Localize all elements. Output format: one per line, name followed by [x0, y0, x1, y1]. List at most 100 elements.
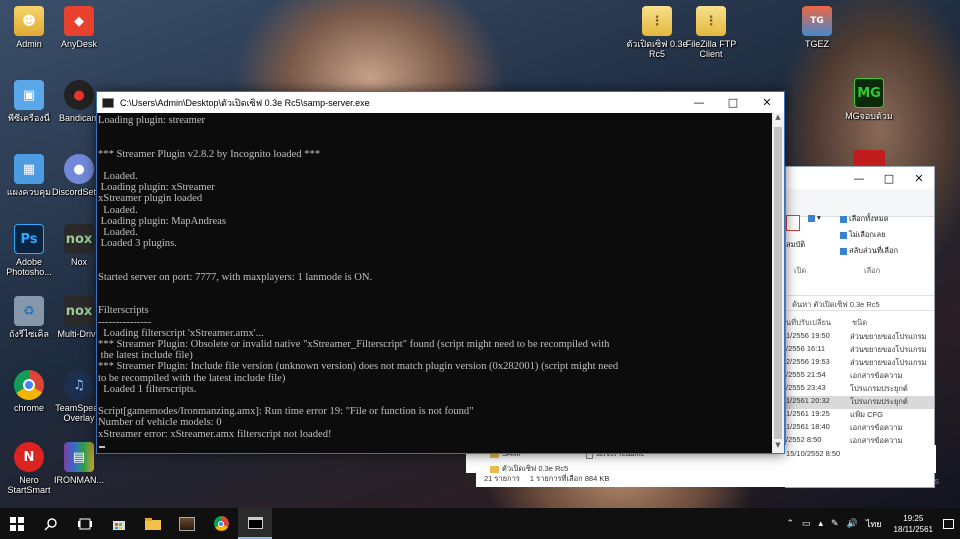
- scroll-up-icon[interactable]: ▲: [772, 113, 784, 125]
- console-line: ​: [98, 395, 772, 406]
- file-date: 1/2561 19:25: [786, 409, 830, 418]
- desktop-icon-filezilla[interactable]: ⋮ FileZilla FTP Client: [682, 6, 740, 68]
- console-line: to be recompiled with the latest include…: [98, 372, 286, 384]
- console-scrollbar[interactable]: ▲ ▼: [772, 113, 784, 453]
- windows-logo-icon: [10, 516, 24, 531]
- clock[interactable]: 19:25 18/11/2561: [886, 513, 941, 535]
- file-type: เอกสารข้อความ: [850, 423, 903, 432]
- search-icon: [44, 517, 57, 530]
- folder-icon: ☻: [14, 6, 44, 36]
- language-indicator[interactable]: ไทย: [862, 517, 886, 531]
- desktop-icon-server-folder[interactable]: ⋮ ตัวเปิดเซิฟ 0.3e Rc5: [626, 6, 688, 68]
- console-line: xStreamer plugin loaded: [98, 193, 203, 205]
- bluetooth-icon[interactable]: ▭: [798, 518, 815, 529]
- computer-icon: ▣: [14, 80, 44, 110]
- file-row[interactable]: 2/2556 19:53 ส่วนขยายของโปรแกรม: [786, 357, 934, 370]
- volume-icon[interactable]: 🔊: [843, 518, 862, 529]
- bandicam-icon: ●: [64, 80, 94, 110]
- desktop-icon-anydesk[interactable]: ◆ AnyDesk: [50, 6, 108, 68]
- system-tray: ⌃ ▭ ▴ ✎ 🔊 ไทย 19:25 18/11/2561: [782, 508, 960, 539]
- console-line: Loading plugin: xStreamer: [98, 182, 215, 194]
- activate-windows-subtitle: ไปที่ การตั้งค่า เพื่อเปิดใช้งาน Windows: [787, 476, 939, 486]
- desktop-icon-label: TGEZ: [805, 39, 829, 49]
- invert-selection-icon: [840, 247, 847, 255]
- column-date-modified[interactable]: ันที่ปรับเปลี่ยน: [786, 317, 831, 329]
- taskbar-file-explorer[interactable]: [136, 508, 170, 539]
- file-row[interactable]: 1/2561 18:40 เอกสารข้อความ: [786, 422, 934, 435]
- chrome-icon: [14, 370, 44, 400]
- file-type: โปรแกรมประยุกต์: [850, 397, 908, 406]
- console-line: Filterscripts: [98, 305, 149, 317]
- game-icon: [179, 516, 195, 531]
- desktop-icon-tgez[interactable]: TG TGEZ: [788, 6, 846, 68]
- discord-icon: ●: [64, 154, 94, 184]
- scroll-thumb[interactable]: [774, 127, 782, 439]
- network-icon[interactable]: ▴: [815, 518, 828, 529]
- ribbon-select-all[interactable]: เลือกทั้งหมด: [840, 213, 889, 225]
- taskbar-store[interactable]: [102, 508, 136, 539]
- file-row[interactable]: /2556 16:11 ส่วนขยายของโปรแกรม: [786, 344, 934, 357]
- close-button[interactable]: ✕: [904, 167, 934, 189]
- scroll-down-icon[interactable]: ▼: [772, 441, 784, 453]
- console-title: C:\Users\Admin\Desktop\ตัวเปิดเซิฟ 0.3e …: [120, 97, 370, 108]
- desktop-icon-label: FileZilla FTP Client: [685, 39, 737, 59]
- zip-folder-icon: ⋮: [696, 6, 726, 36]
- file-row[interactable]: 1/2561 19:25 แฟ้ม CFG: [786, 409, 934, 422]
- console-titlebar[interactable]: C:\Users\Admin\Desktop\ตัวเปิดเซิฟ 0.3e …: [97, 92, 784, 113]
- file-type: แฟ้ม CFG: [850, 410, 884, 419]
- nero-icon: N: [14, 442, 44, 472]
- console-line: Started server on port: 7777, with maxpl…: [98, 271, 373, 283]
- search-button[interactable]: [34, 508, 68, 539]
- console-line: ​: [98, 160, 772, 171]
- file-row[interactable]: /2555 23:43 โปรแกรมประยุกต์: [786, 383, 934, 396]
- ribbon-properties-label[interactable]: สมบัติ: [786, 239, 805, 251]
- file-explorer-window[interactable]: — □ ✕ สมบัติ ▾ เลือกทั้งหมด ไม่เลือกเลย …: [466, 166, 936, 488]
- task-view-button[interactable]: [68, 508, 102, 539]
- minimize-button[interactable]: —: [844, 167, 874, 189]
- console-line: ​: [98, 137, 772, 148]
- pen-icon[interactable]: ✎: [827, 518, 843, 529]
- close-button[interactable]: ✕: [750, 92, 784, 113]
- desktop-icon-mg[interactable]: MG MGจอบตัวม: [840, 78, 898, 140]
- notifications-icon[interactable]: [943, 518, 954, 529]
- item-count: 21 รายการ: [484, 474, 520, 483]
- maximize-button[interactable]: □: [716, 92, 750, 113]
- ribbon-edit-icon[interactable]: [786, 215, 800, 231]
- file-type: ส่วนขยายของโปรแกรม: [850, 345, 927, 354]
- ribbon-open-dropdown[interactable]: ▾: [808, 213, 821, 222]
- file-row[interactable]: /2555 21:54 เอกสารข้อความ: [786, 370, 934, 383]
- ribbon-invert-selection[interactable]: สลับส่วนที่เลือก: [840, 245, 898, 257]
- ribbon-select-none[interactable]: ไม่เลือกเลย: [840, 229, 885, 241]
- minimize-button[interactable]: —: [682, 92, 716, 113]
- store-icon: [113, 520, 125, 530]
- explorer-titlebar: — □ ✕: [786, 167, 934, 189]
- ribbon-group-select: เลือก: [864, 266, 881, 275]
- control-panel-icon: ▦: [14, 154, 44, 184]
- app-icon-red[interactable]: [853, 150, 885, 166]
- file-row[interactable]: 1/2556 19:50 ส่วนขยายของโปรแกรม: [786, 331, 934, 344]
- file-row-selected[interactable]: 1/2561 20:32 โปรแกรมประยุกต์: [786, 396, 934, 409]
- column-type[interactable]: ชนิด: [852, 317, 867, 329]
- file-list: 1/2556 19:50 ส่วนขยายของโปรแกรม /2556 16:…: [786, 331, 934, 448]
- maximize-button[interactable]: □: [874, 167, 904, 189]
- desktop-icon-label: IRONMAN...: [53, 475, 104, 485]
- select-all-label: เลือกทั้งหมด: [849, 214, 889, 223]
- taskbar-game[interactable]: [170, 508, 204, 539]
- start-button[interactable]: [0, 508, 34, 539]
- file-date: 1/2561 20:32: [786, 396, 830, 405]
- taskbar-console[interactable]: [238, 508, 272, 539]
- folder-icon: [490, 465, 499, 473]
- taskbar-chrome[interactable]: [204, 508, 238, 539]
- console-line: ​: [98, 283, 772, 294]
- console-line: ---------------: [98, 316, 151, 328]
- samp-server-console-window[interactable]: C:\Users\Admin\Desktop\ตัวเปิดเซิฟ 0.3e …: [96, 91, 785, 454]
- console-output[interactable]: Loading plugin: streamer​​*** Streamer P…: [97, 113, 772, 453]
- folder-icon: [145, 517, 161, 530]
- console-line: Loading filterscript 'xStreamer.amx'...: [98, 327, 264, 339]
- file-type: ส่วนขยายของโปรแกรม: [850, 332, 927, 341]
- show-hidden-icons[interactable]: ⌃: [782, 518, 798, 529]
- console-line: Loaded.: [98, 171, 138, 183]
- console-icon: [247, 516, 263, 529]
- search-input[interactable]: ค้นหา ตัวเปิดเซิฟ 0.3e Rc5: [786, 295, 934, 311]
- photoshop-icon: Ps: [14, 224, 44, 254]
